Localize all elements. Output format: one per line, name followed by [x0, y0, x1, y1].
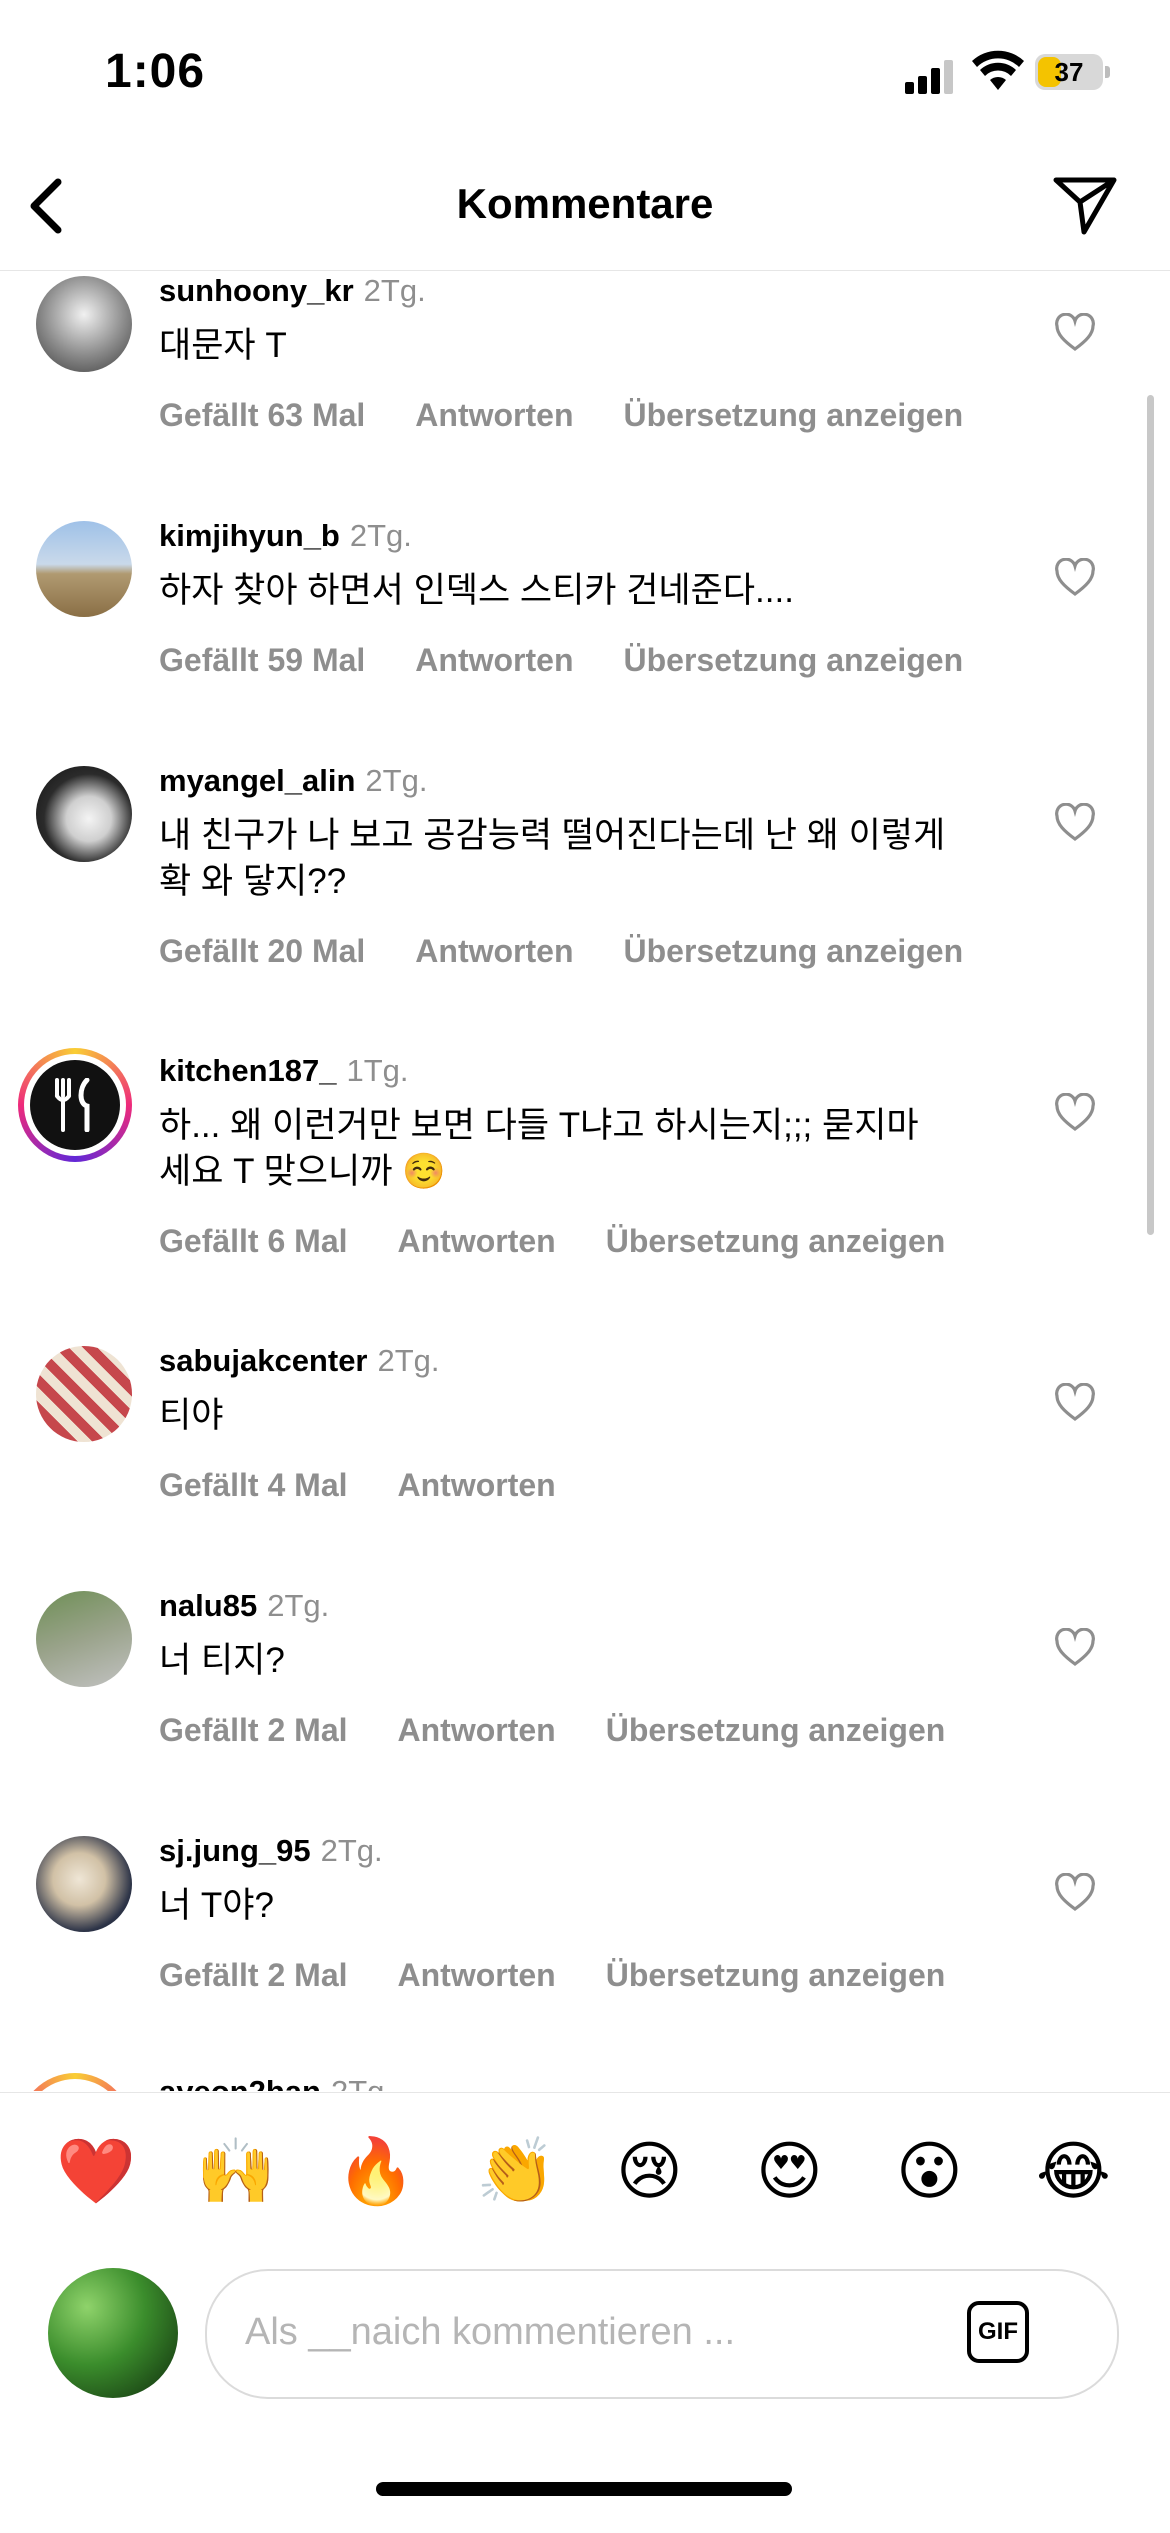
battery-icon: 37	[1035, 54, 1110, 90]
like-count[interactable]: Gefällt 2 Mal	[159, 1712, 348, 1748]
comment-username[interactable]: kimjihyun_b 2Tg.	[159, 518, 412, 554]
share-send-icon[interactable]	[1050, 170, 1120, 240]
comment-input[interactable]: Als __naich kommentieren ... GIF	[205, 2269, 1119, 2399]
translate-button[interactable]: Übersetzung anzeigen	[624, 933, 964, 969]
like-count[interactable]: Gefällt 6 Mal	[159, 1223, 348, 1259]
comment-time: 2Tg.	[320, 1833, 383, 1868]
comment-actions: Gefällt 59 Mal Antworten Übersetzung anzei…	[159, 642, 1013, 679]
cellular-signal-icon	[905, 58, 955, 94]
heart-icon[interactable]	[1054, 1383, 1096, 1423]
battery-percentage: 37	[1054, 56, 1084, 87]
comment-text: 하자 찾아 하면서 인덱스 스티카 건네준다....	[159, 571, 794, 610]
avatar-story-ring[interactable]	[18, 1048, 132, 1162]
comment-time: 2Tg.	[349, 518, 412, 553]
emoji-crying[interactable]: 😢	[616, 2139, 683, 2203]
heart-icon[interactable]	[1054, 1093, 1096, 1133]
emoji-heart-eyes[interactable]: 😍	[756, 2139, 823, 2203]
translate-button[interactable]: Übersetzung anzeigen	[606, 1957, 946, 1993]
emoji-clapping[interactable]: 👏	[476, 2139, 556, 2203]
reply-button[interactable]: Antworten	[415, 642, 573, 678]
comment-username[interactable]: sabujakcenter 2Tg.	[159, 1343, 440, 1379]
comment-actions: Gefällt 6 Mal Antworten Übersetzung anzeig…	[159, 1223, 995, 1260]
comment-time: 2Tg.	[365, 763, 428, 798]
emoji-raised-hands[interactable]: 🙌	[196, 2139, 276, 2203]
avatar[interactable]	[36, 1591, 132, 1687]
comment-username[interactable]: ayeon2han2Tg.	[159, 2074, 393, 2091]
avatar[interactable]	[36, 766, 132, 862]
comment-actions: Gefällt 63 Mal Antworten Übersetzung anzei…	[159, 397, 1013, 434]
translate-button[interactable]: Übersetzung anzeigen	[606, 1223, 946, 1259]
avatar[interactable]	[36, 1346, 132, 1442]
comments-list[interactable]: sunhoony_kr 2Tg. 대문자 T Gefällt 63 Mal Antw…	[0, 271, 1170, 2091]
reply-button[interactable]: Antworten	[415, 397, 573, 433]
avatar-story-ring[interactable]	[18, 2073, 132, 2091]
heart-icon[interactable]	[1054, 313, 1096, 353]
status-time: 1:06	[105, 45, 206, 98]
current-user-avatar	[48, 2268, 178, 2398]
like-count[interactable]: Gefällt 2 Mal	[159, 1957, 348, 1993]
reply-button[interactable]: Antworten	[398, 1957, 556, 1993]
reply-button[interactable]: Antworten	[398, 1467, 556, 1503]
like-count[interactable]: Gefällt 20 Mal	[159, 933, 365, 969]
comment-text: 티야	[159, 1396, 224, 1435]
comment-actions: Gefällt 20 Mal Antworten Übersetzung anzei…	[159, 933, 1013, 970]
comment-composer: ❤️ 🙌 🔥 👏 😢 😍 😮 😂 Als __naich kommentiere…	[0, 2092, 1170, 2533]
reply-button[interactable]: Antworten	[398, 1223, 556, 1259]
avatar[interactable]	[36, 521, 132, 617]
reply-button[interactable]: Antworten	[415, 933, 573, 969]
comment-username[interactable]: sunhoony_kr 2Tg.	[159, 273, 426, 309]
page-title: Kommentare	[456, 180, 714, 227]
comment-username[interactable]: myangel_alin 2Tg.	[159, 763, 427, 799]
translate-button[interactable]: Übersetzung anzeigen	[624, 397, 964, 433]
comment-username[interactable]: kitchen187_ 1Tg.	[159, 1053, 409, 1089]
comment-text: 너 T야?	[159, 1886, 274, 1925]
comment-time: 2Tg.	[363, 273, 426, 308]
avatar[interactable]	[36, 1836, 132, 1932]
heart-icon[interactable]	[1054, 1628, 1096, 1668]
comment-time: 1Tg.	[346, 1053, 409, 1088]
comment-actions: Gefällt 2 Mal Antworten Übersetzung anzeig…	[159, 1712, 995, 1749]
heart-icon[interactable]	[1054, 803, 1096, 843]
wifi-icon	[972, 50, 1024, 90]
heart-icon[interactable]	[1054, 558, 1096, 598]
emoji-fire[interactable]: 🔥	[336, 2139, 416, 2203]
comment-username[interactable]: sj.jung_95 2Tg.	[159, 1833, 383, 1869]
reply-button[interactable]: Antworten	[398, 1712, 556, 1748]
comments-header: Kommentare	[0, 150, 1170, 271]
comment-time: 2Tg.	[377, 1343, 440, 1378]
fork-knife-icon	[55, 1078, 90, 1132]
emoji-tears-of-joy[interactable]: 😂	[1036, 2139, 1111, 2203]
comment-text: 하... 왜 이런거만 보면 다들 T냐고 하시는지;;; 묻지마 세요 T 맞으…	[159, 1106, 919, 1191]
scrollbar[interactable]	[1147, 395, 1154, 1235]
gif-button[interactable]: GIF	[967, 2301, 1029, 2363]
comment-time: 2Tg.	[331, 2074, 393, 2091]
translate-button[interactable]: Übersetzung anzeigen	[624, 642, 964, 678]
translate-button[interactable]: Übersetzung anzeigen	[606, 1712, 946, 1748]
emoji-surprised[interactable]: 😮	[896, 2139, 963, 2203]
avatar[interactable]	[36, 276, 132, 372]
comment-text: 너 티지?	[159, 1641, 285, 1680]
comment-input-placeholder: Als __naich kommentieren ...	[245, 2311, 736, 2353]
like-count[interactable]: Gefällt 4 Mal	[159, 1467, 348, 1503]
comment-text: 대문자 T	[159, 326, 287, 365]
emoji-heart[interactable]: ❤️	[56, 2139, 136, 2203]
like-count[interactable]: Gefällt 63 Mal	[159, 397, 365, 433]
like-count[interactable]: Gefällt 59 Mal	[159, 642, 365, 678]
home-indicator	[376, 2482, 792, 2496]
heart-icon[interactable]	[1054, 1873, 1096, 1913]
status-bar: 1:06 37	[0, 0, 1170, 150]
comment-time: 2Tg.	[267, 1588, 330, 1623]
comment-actions: Gefällt 2 Mal Antworten Übersetzung anzeig…	[159, 1957, 995, 1994]
comment-username[interactable]: nalu85 2Tg.	[159, 1588, 329, 1624]
comment-text: 내 친구가 나 보고 공감능력 떨어진다는데 난 왜 이렇게 확 와 닿지??	[159, 816, 946, 901]
comment-actions: Gefällt 4 Mal Antworten	[159, 1467, 606, 1504]
